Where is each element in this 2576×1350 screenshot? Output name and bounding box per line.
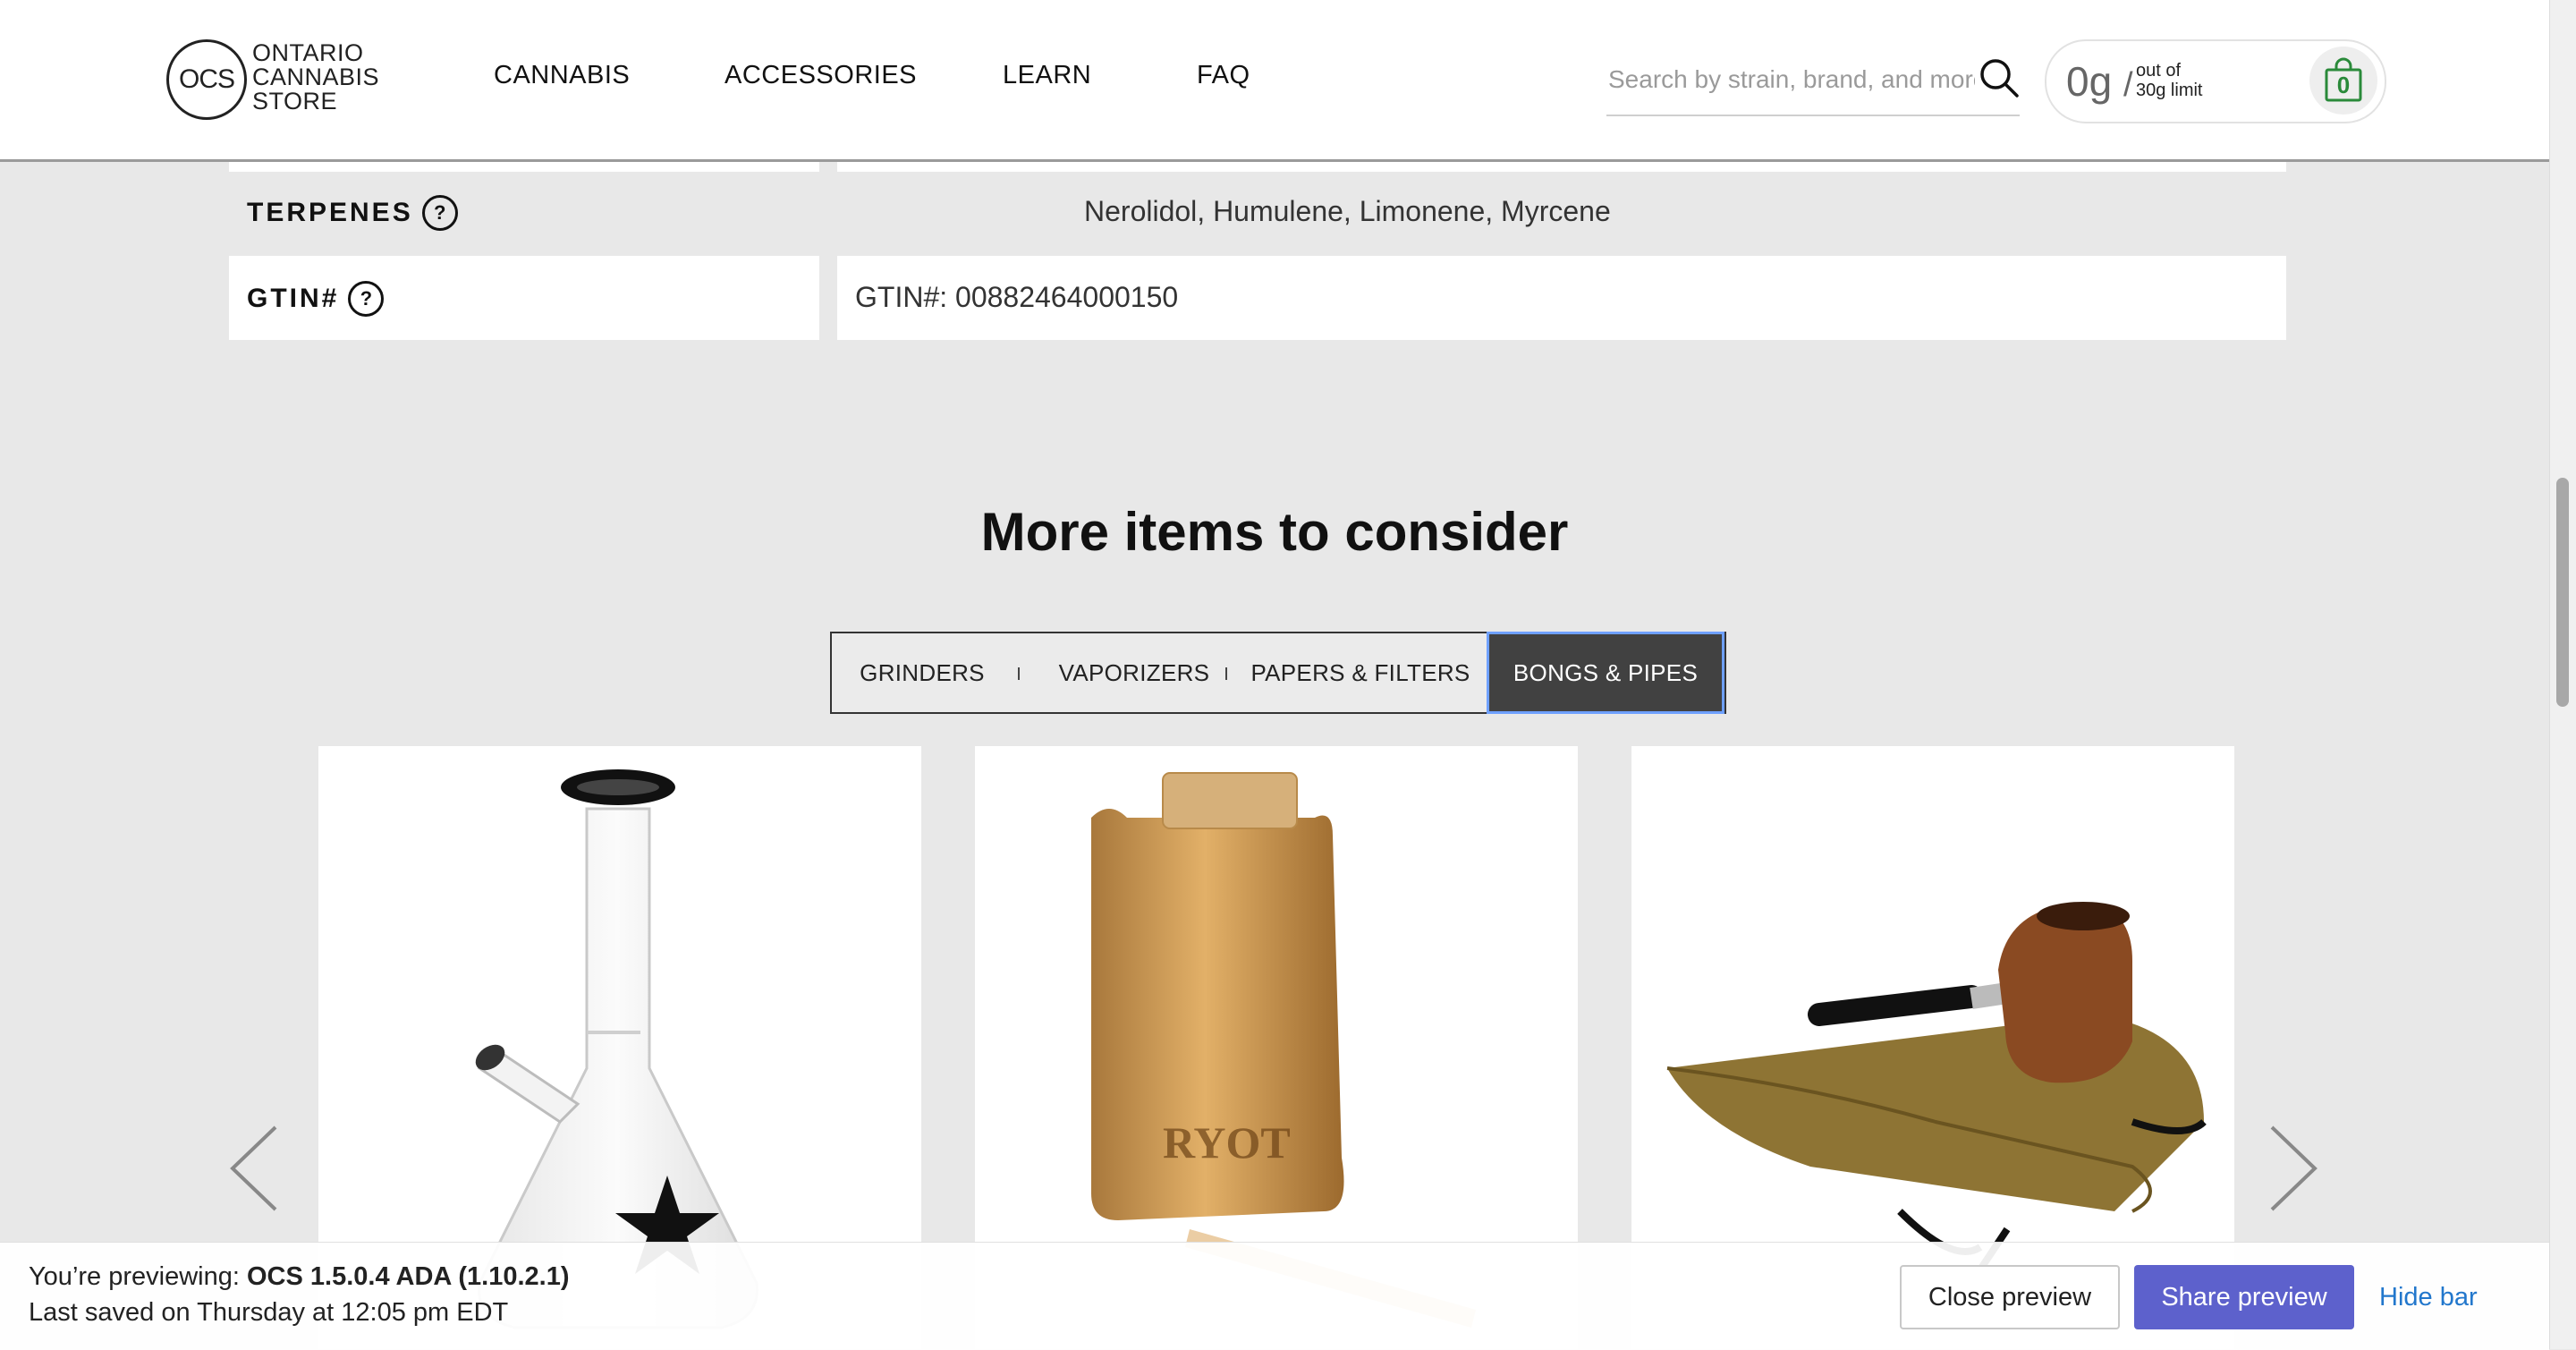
cart-button[interactable]: 0 [2309, 47, 2377, 115]
spec-value: Nerolidol, Humulene, Limonene, Myrcene [1084, 195, 1611, 227]
carousel-prev-arrow-icon[interactable] [227, 1124, 281, 1218]
search-input[interactable] [1606, 54, 1977, 106]
nav-accessories[interactable]: ACCESSORIES [724, 61, 917, 90]
preview-theme-name: OCS 1.5.0.4 ADA (1.10.2.1) [246, 1262, 570, 1291]
help-icon[interactable]: ? [348, 281, 385, 317]
site-header: OCS ONTARIO CANNABIS STORE CANNABIS ACCE… [0, 0, 2549, 162]
help-icon[interactable]: ? [421, 195, 458, 231]
logo-circle: OCS [166, 39, 247, 120]
spec-row-terpenes: TERPENES ? Nerolidol, Humulene, Limonene… [229, 170, 2286, 254]
spec-value: GTIN#: 00882464000150 [855, 281, 1179, 313]
tab-vaporizers[interactable]: VAPORIZERS [1030, 633, 1238, 712]
tab-bongs-pipes[interactable]: BONGS & PIPES [1487, 632, 1724, 714]
preview-bar: You’re previewing: OCS 1.5.0.4 ADA (1.10… [0, 1242, 2549, 1350]
tab-divider [1225, 667, 1227, 680]
limit-amount: 0g / [2066, 58, 2133, 105]
limit-description: out of 30g limit [2136, 61, 2203, 100]
preview-info: You’re previewing: OCS 1.5.0.4 ADA (1.10… [29, 1262, 570, 1291]
spec-label: TERPENES ? [247, 195, 458, 231]
search-icon[interactable] [1979, 57, 2020, 103]
nav-cannabis[interactable]: CANNABIS [494, 61, 630, 90]
tab-papers-filters[interactable]: PAPERS & FILTERS [1238, 633, 1483, 712]
carousel-next-arrow-icon[interactable] [2267, 1124, 2320, 1218]
ocs-logo[interactable]: OCS ONTARIO CANNABIS STORE [166, 39, 390, 122]
tab-grinders[interactable]: GRINDERS [832, 633, 1013, 712]
logo-wordmark: ONTARIO CANNABIS STORE [252, 41, 379, 114]
logo-line-2: CANNABIS [252, 64, 380, 90]
last-saved-text: Last saved on Thursday at 12:05 pm EDT [29, 1298, 509, 1327]
spec-row-gtin: GTIN# ? GTIN#: 00882464000150 [229, 256, 2286, 340]
cart-count: 0 [2336, 72, 2351, 98]
hide-bar-link[interactable]: Hide bar [2379, 1265, 2478, 1329]
spec-label: GTIN# ? [247, 281, 385, 317]
tab-divider [1018, 667, 1020, 680]
share-preview-button[interactable]: Share preview [2134, 1265, 2354, 1329]
close-preview-button[interactable]: Close preview [1900, 1265, 2120, 1329]
section-title: More items to consider [980, 502, 1569, 562]
logo-line-3: STORE [252, 88, 338, 115]
logo-line-1: ONTARIO [252, 39, 364, 66]
search-box [1606, 54, 2020, 116]
nav-faq[interactable]: FAQ [1197, 61, 1250, 90]
nav-learn[interactable]: LEARN [1003, 61, 1091, 90]
svg-text:RYOT: RYOT [1163, 1117, 1291, 1167]
purchase-limit-widget[interactable]: 0g / out of 30g limit 0 [2045, 39, 2386, 123]
page-scrollbar-thumb[interactable] [2556, 478, 2569, 707]
category-tabs: GRINDERS VAPORIZERS PAPERS & FILTERS BON… [830, 632, 1726, 714]
